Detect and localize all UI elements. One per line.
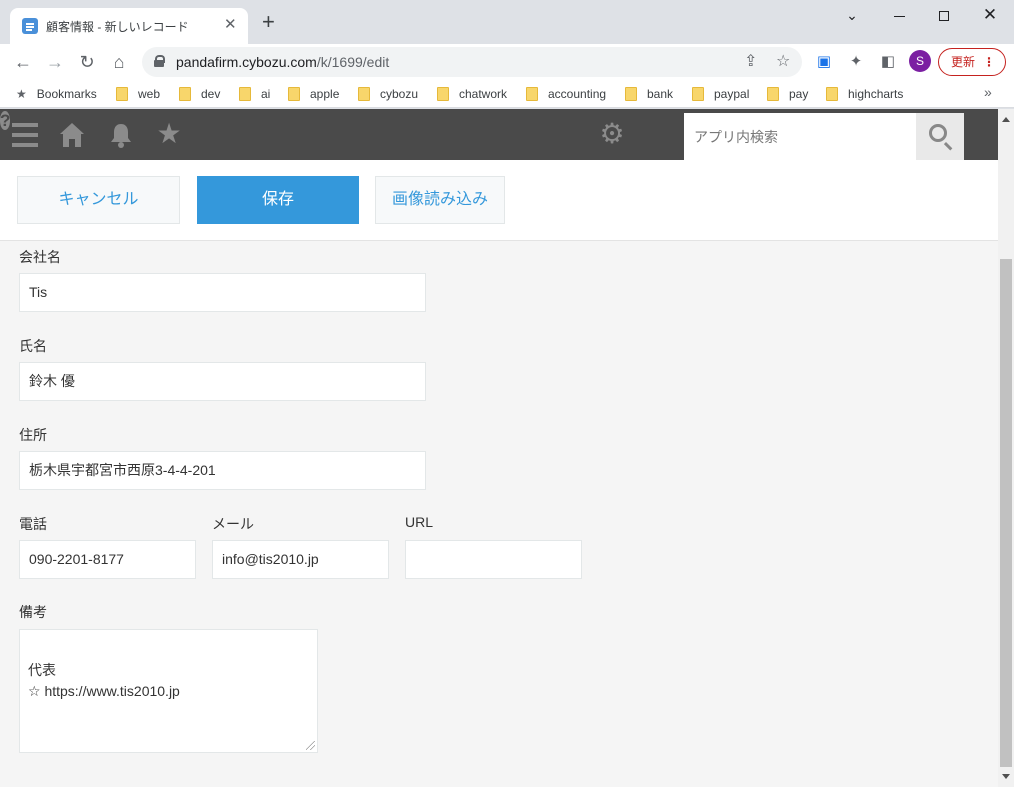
url-host: pandafirm.cybozu.com xyxy=(176,54,317,70)
profile-avatar[interactable]: S xyxy=(909,50,931,72)
back-arrow-icon[interactable]: ← xyxy=(12,51,34,73)
folder-icon xyxy=(239,87,251,101)
company-label: 会社名 xyxy=(19,249,61,265)
notes-label: 備考 xyxy=(19,604,47,620)
more-menu-icon[interactable]: ⋮ xyxy=(983,49,995,75)
tab-search-chevron-icon[interactable]: ⌄ xyxy=(842,6,862,24)
bookmark-folder[interactable]: chatwork xyxy=(437,86,507,102)
address-label: 住所 xyxy=(19,427,47,443)
folder-icon xyxy=(437,87,449,101)
favorites-star-icon[interactable]: ★ xyxy=(155,120,183,149)
reload-icon[interactable]: ↻ xyxy=(76,51,98,73)
folder-icon xyxy=(767,87,779,101)
app-search-input[interactable] xyxy=(684,113,916,160)
tab-title: 顧客情報 - 新しいレコード xyxy=(46,20,189,34)
folder-icon xyxy=(116,87,128,101)
home-icon[interactable]: ⌂ xyxy=(108,51,130,73)
tab-close-icon[interactable]: ✕ xyxy=(224,16,237,34)
import-image-button[interactable]: 画像読み込み xyxy=(375,176,505,224)
scroll-down-arrow-icon[interactable] xyxy=(1002,774,1010,779)
notification-bell-icon[interactable] xyxy=(107,121,135,149)
browser-tab[interactable]: 顧客情報 - 新しいレコード ✕ xyxy=(10,8,248,44)
search-icon xyxy=(929,124,947,142)
url-label: URL xyxy=(405,514,434,530)
bookmark-star-icon[interactable]: ☆ xyxy=(776,52,790,72)
tab-strip: 顧客情報 - 新しいレコード ✕ + ⌄ ✕ xyxy=(0,0,1014,44)
scroll-up-arrow-icon[interactable] xyxy=(1002,117,1010,122)
company-field[interactable]: Tis xyxy=(19,273,426,312)
folder-icon xyxy=(179,87,191,101)
window-close-icon[interactable]: ✕ xyxy=(980,6,1000,24)
notes-text: 代表 ☆ https://www.tis2010.jp xyxy=(28,662,180,699)
extensions-puzzle-icon[interactable]: ✦ xyxy=(846,52,866,72)
folder-icon xyxy=(826,87,838,101)
minimize-icon[interactable] xyxy=(889,6,909,24)
phone-field[interactable]: 090-2201-8177 xyxy=(19,540,196,579)
email-field[interactable]: info@tis2010.jp xyxy=(212,540,389,579)
bookmark-folder[interactable]: highcharts xyxy=(826,86,903,102)
search-button[interactable] xyxy=(916,113,964,160)
address-bar[interactable]: pandafirm.cybozu.com/k/1699/edit ⇪ ☆ xyxy=(142,47,802,77)
name-field[interactable]: 鈴木 優 xyxy=(19,362,426,401)
bookmarks-bar: ★ Bookmarks web dev ai apple cybozu chatw… xyxy=(0,80,1014,108)
scroll-thumb[interactable] xyxy=(1000,259,1012,767)
bookmark-folder[interactable]: pay xyxy=(767,86,808,102)
bookmark-folder[interactable]: apple xyxy=(288,86,339,102)
folder-icon xyxy=(625,87,637,101)
notes-textarea[interactable]: 代表 ☆ https://www.tis2010.jp xyxy=(19,629,318,753)
settings-gear-icon[interactable]: ⚙ xyxy=(598,120,626,149)
help-icon[interactable]: ? xyxy=(0,111,11,130)
folder-icon xyxy=(288,87,300,101)
bookmark-folder[interactable]: dev xyxy=(179,86,220,102)
new-tab-icon[interactable]: + xyxy=(262,11,275,33)
bookmarks-star-icon: ★ xyxy=(16,87,27,101)
bookmark-folder[interactable]: bank xyxy=(625,86,673,102)
url-path: /k/1699/edit xyxy=(316,54,390,70)
browser-toolbar: ← → ↻ ⌂ pandafirm.cybozu.com/k/1699/edit… xyxy=(0,44,1014,80)
url-field[interactable] xyxy=(405,540,582,579)
page-content: ★ ⚙ ? キャンセル 保存 画像読み込み 会社名 Tis 氏名 鈴木 優 住所… xyxy=(0,109,998,787)
home-icon[interactable] xyxy=(58,121,86,149)
url-text[interactable]: pandafirm.cybozu.com/k/1699/edit xyxy=(176,54,389,70)
bookmark-folder[interactable]: web xyxy=(116,86,160,102)
update-label: 更新 xyxy=(951,55,976,69)
hamburger-menu-icon[interactable] xyxy=(11,121,39,149)
app-header: ★ ⚙ ? xyxy=(0,109,998,160)
name-label: 氏名 xyxy=(19,338,47,354)
bookmark-folder[interactable]: cybozu xyxy=(358,86,418,102)
side-panel-icon[interactable]: ◧ xyxy=(878,52,898,72)
action-bar: キャンセル 保存 画像読み込み xyxy=(0,160,998,241)
bookmark-folder[interactable]: ai xyxy=(239,86,270,102)
email-label: メール xyxy=(212,516,254,532)
maximize-icon[interactable] xyxy=(934,6,954,24)
bookmark-folder[interactable]: accounting xyxy=(526,86,606,102)
share-icon[interactable]: ⇪ xyxy=(744,52,757,72)
forward-arrow-icon[interactable]: → xyxy=(44,51,66,73)
resize-handle-icon[interactable] xyxy=(306,741,315,750)
extension-screen-icon[interactable]: ▣ xyxy=(814,52,834,72)
bookmarks-item[interactable]: ★ Bookmarks xyxy=(16,86,97,102)
bookmarks-overflow-icon[interactable]: » xyxy=(984,84,992,100)
address-field[interactable]: 栃木県宇都宮市西原3-4-4-201 xyxy=(19,451,426,490)
folder-icon xyxy=(692,87,704,101)
save-button[interactable]: 保存 xyxy=(197,176,359,224)
folder-icon xyxy=(526,87,538,101)
lock-icon xyxy=(154,55,165,67)
bookmark-folder[interactable]: paypal xyxy=(692,86,749,102)
folder-icon xyxy=(358,87,370,101)
page-scrollbar[interactable] xyxy=(998,109,1014,787)
update-button[interactable]: 更新 ⋮ xyxy=(938,48,1006,76)
cancel-button[interactable]: キャンセル xyxy=(17,176,180,224)
kintone-app-icon xyxy=(22,18,38,34)
phone-label: 電話 xyxy=(19,516,47,532)
